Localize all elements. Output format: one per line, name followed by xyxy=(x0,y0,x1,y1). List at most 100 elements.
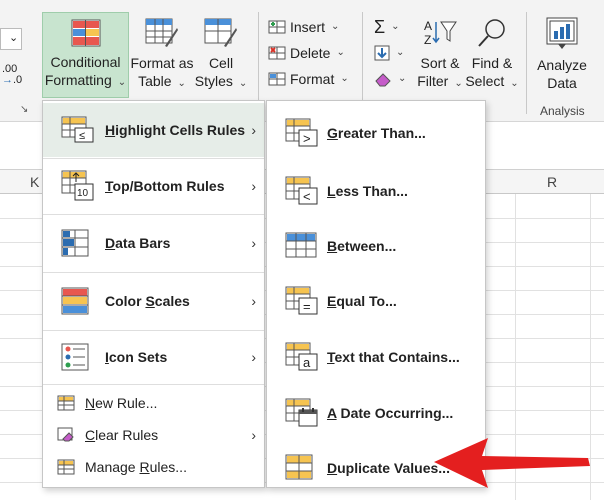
red-arrow-annotation xyxy=(434,438,590,488)
equal-to-icon: = xyxy=(285,286,318,315)
svg-text:=: = xyxy=(303,299,311,314)
chevron-right-icon: › xyxy=(251,427,256,443)
autosum-button[interactable]: Σ ⌄ xyxy=(374,16,400,38)
analysis-group-label: Analysis xyxy=(540,104,585,118)
menu-item-data-bars[interactable]: Data Bars › xyxy=(43,215,264,271)
sort-filter-label-1: Sort & xyxy=(420,55,460,71)
analyze-data-icon xyxy=(546,17,578,49)
menu-item-clear-rules[interactable]: Clear Rules › xyxy=(43,421,264,449)
svg-text:10: 10 xyxy=(77,188,89,199)
submenu-item-label: Less Than... xyxy=(327,183,408,199)
menu-item-manage-rules[interactable]: Manage Rules... xyxy=(43,453,264,481)
format-as-table-label-1: Format as xyxy=(130,55,194,71)
magnifier-icon xyxy=(478,19,505,47)
submenu-item-equal-to[interactable]: = Equal To... xyxy=(267,273,485,329)
clear-button[interactable]: ⌄ xyxy=(374,68,406,90)
chevron-down-icon: ⌄ xyxy=(398,73,407,84)
insert-button[interactable]: Insert ⌄ xyxy=(268,16,339,38)
chevron-down-icon: ⌄ xyxy=(510,78,519,89)
chevron-right-icon: › xyxy=(251,349,256,365)
menu-item-label: Data Bars xyxy=(105,235,171,251)
chevron-down-icon: ⌄ xyxy=(9,32,19,44)
chevron-down-icon: ⌄ xyxy=(454,78,463,89)
ribbon-separator xyxy=(526,12,527,114)
menu-item-label: Icon Sets xyxy=(105,349,168,365)
submenu-item-label: Greater Than... xyxy=(327,125,426,141)
find-select-button[interactable]: Find & Select ⌄ xyxy=(464,18,520,93)
fill-down-icon xyxy=(374,45,390,61)
sort-filter-label-2: Filter xyxy=(417,73,449,89)
find-select-label-2: Select xyxy=(465,73,505,89)
cell-styles-button[interactable]: Cell Styles ⌄ xyxy=(194,18,248,93)
menu-item-label: Clear Rules xyxy=(85,427,159,443)
column-header-r[interactable]: R xyxy=(547,174,557,190)
svg-text:A: A xyxy=(424,19,432,33)
icon-sets-icon xyxy=(61,343,89,371)
menu-item-new-rule[interactable]: New Rule... xyxy=(43,389,264,417)
conditional-formatting-button[interactable]: Conditional Formatting ⌄ xyxy=(42,12,129,98)
chevron-down-icon: ⌄ xyxy=(340,73,349,84)
submenu-item-label: A Date Occurring... xyxy=(327,405,454,421)
format-as-table-label-2: Table xyxy=(138,73,172,89)
color-scales-icon xyxy=(61,287,89,315)
insert-label: Insert xyxy=(290,19,326,35)
svg-text:≤: ≤ xyxy=(79,130,85,142)
text-contains-icon: a xyxy=(285,342,318,371)
chevron-right-icon: › xyxy=(251,122,256,138)
sort-filter-icon: A Z xyxy=(424,19,457,47)
submenu-item-between[interactable]: Between... xyxy=(267,219,485,273)
data-bars-icon xyxy=(61,229,89,257)
menu-item-label: Top/Bottom Rules xyxy=(105,178,225,194)
column-header-k[interactable]: K xyxy=(30,174,39,190)
top-bottom-icon: 10 xyxy=(61,170,94,201)
analyze-data-button[interactable]: Analyze Data xyxy=(532,16,592,92)
fill-button[interactable]: ⌄ xyxy=(374,42,404,64)
sort-filter-button[interactable]: A Z Sort & Filter ⌄ xyxy=(414,18,466,93)
greater-than-icon: > xyxy=(285,118,318,147)
conditional-formatting-icon xyxy=(71,19,100,47)
chevron-down-icon: ⌄ xyxy=(396,47,405,58)
chevron-down-icon: ⌄ xyxy=(336,47,345,58)
decrease-decimal-icon[interactable]: .00 →.0 xyxy=(2,64,22,86)
chevron-down-icon: ⌄ xyxy=(391,21,400,32)
submenu-item-less-than[interactable]: < Less Than... xyxy=(267,163,485,219)
menu-item-top-bottom-rules[interactable]: 10 Top/Bottom Rules › xyxy=(43,159,264,213)
dialog-launcher-icon[interactable]: ↘ xyxy=(20,104,28,115)
format-as-table-button[interactable]: Format as Table ⌄ xyxy=(130,18,194,93)
font-dropdown-stub[interactable]: ⌄ xyxy=(0,28,22,50)
format-as-table-icon xyxy=(145,18,178,47)
menu-item-icon-sets[interactable]: Icon Sets › xyxy=(43,331,264,383)
menu-divider xyxy=(43,384,264,385)
svg-text:Z: Z xyxy=(424,33,431,47)
format-button[interactable]: Format ⌄ xyxy=(268,68,349,90)
delete-label: Delete xyxy=(290,45,331,61)
menu-item-label: New Rule... xyxy=(85,395,158,411)
sigma-icon: Σ xyxy=(374,17,386,37)
submenu-item-greater-than[interactable]: > Greater Than... xyxy=(267,105,485,161)
submenu-item-label: Equal To... xyxy=(327,293,397,309)
chevron-down-icon: ⌄ xyxy=(238,78,248,89)
clear-rules-icon xyxy=(57,427,74,442)
chevron-down-icon: ⌄ xyxy=(331,21,340,32)
svg-text:>: > xyxy=(303,131,311,146)
conditional-formatting-menu: ≤ Highlight Cells Rules › 10 Top/Bottom … xyxy=(42,100,265,488)
highlight-cells-submenu: > Greater Than... < Less Than... Between… xyxy=(266,100,486,488)
analyze-data-label-2: Data xyxy=(547,75,577,91)
delete-cells-icon xyxy=(268,46,286,60)
menu-item-highlight-cells-rules[interactable]: ≤ Highlight Cells Rules › xyxy=(43,103,264,157)
cell-styles-label-2: Styles xyxy=(194,73,233,89)
menu-item-label: Highlight Cells Rules xyxy=(105,122,246,138)
chevron-down-icon: ⌄ xyxy=(117,77,127,88)
submenu-item-text-that-contains[interactable]: a Text that Contains... xyxy=(267,329,485,385)
menu-item-color-scales[interactable]: Color Scales › xyxy=(43,273,264,329)
date-occurring-icon xyxy=(285,398,318,427)
svg-text:a: a xyxy=(303,355,311,370)
conditional-formatting-label-1: Conditional xyxy=(50,54,121,70)
svg-text:<: < xyxy=(303,189,311,204)
submenu-item-label: Text that Contains... xyxy=(327,349,460,365)
delete-button[interactable]: Delete ⌄ xyxy=(268,42,345,64)
less-than-icon: < xyxy=(285,176,318,205)
find-select-label-1: Find & xyxy=(471,55,513,71)
chevron-right-icon: › xyxy=(251,178,256,194)
submenu-item-label: Between... xyxy=(327,238,397,254)
